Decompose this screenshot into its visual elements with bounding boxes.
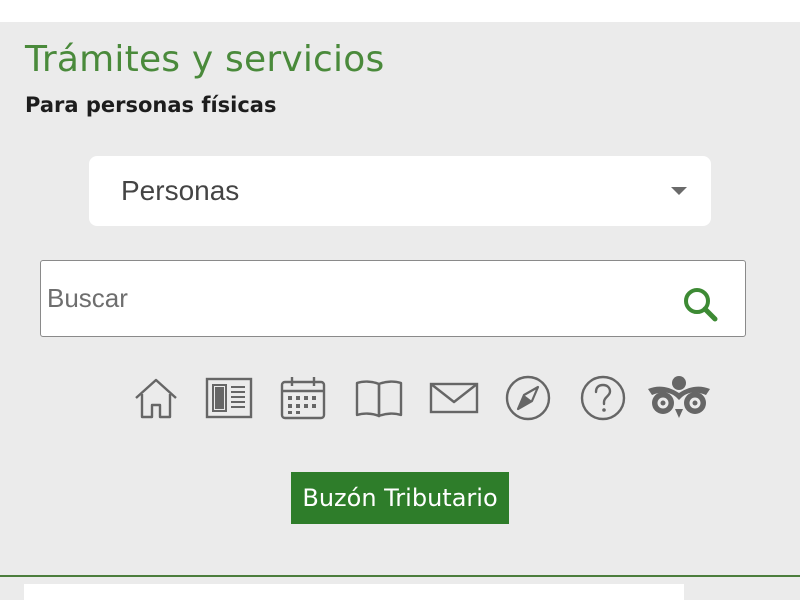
home-icon[interactable] xyxy=(133,370,179,426)
mail-icon[interactable] xyxy=(428,370,480,426)
compass-icon[interactable] xyxy=(504,370,552,426)
top-strip xyxy=(0,0,800,22)
news-icon[interactable] xyxy=(205,370,253,426)
search-input[interactable] xyxy=(47,275,667,321)
chevron-down-icon xyxy=(671,187,687,195)
audience-select-value: Personas xyxy=(121,175,240,206)
book-icon[interactable] xyxy=(354,370,404,426)
buzon-tributario-button[interactable]: Buzón Tributario xyxy=(291,472,509,524)
owl-icon[interactable] xyxy=(646,370,712,426)
quick-links-bar xyxy=(0,370,800,426)
calendar-icon[interactable] xyxy=(279,370,327,426)
help-icon[interactable] xyxy=(579,370,627,426)
audience-select[interactable]: Personas xyxy=(89,156,711,226)
search-box xyxy=(40,260,746,337)
content-card xyxy=(24,584,684,600)
page-title: Trámites y servicios xyxy=(25,39,385,80)
search-icon[interactable] xyxy=(681,285,721,325)
page-subtitle: Para personas físicas xyxy=(25,93,277,117)
